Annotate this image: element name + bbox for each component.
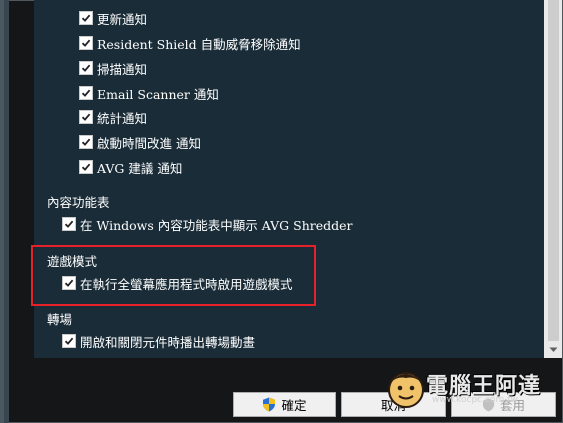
option-label: 啟動時間改進 通知: [97, 135, 201, 151]
option-label: 更新通知: [97, 11, 148, 27]
option-label: AVG 建議 通知: [97, 160, 183, 176]
checkbox-icon[interactable]: [62, 334, 76, 348]
watermark-url: www.kocpc.com.tw: [432, 395, 518, 405]
option-resident-shield-notification[interactable]: Resident Shield 自動威脅移除通知: [79, 34, 301, 52]
option-update-notification[interactable]: 更新通知: [79, 9, 147, 27]
option-email-scanner-notification[interactable]: Email Scanner 通知: [79, 84, 219, 102]
option-label: 掃描通知: [97, 61, 148, 77]
option-avg-advice-notification[interactable]: AVG 建議 通知: [79, 158, 182, 176]
watermark-logo: 電腦王阿達 www.kocpc.com.tw: [386, 364, 562, 416]
checkbox-icon[interactable]: [79, 86, 93, 100]
option-scan-notification[interactable]: 掃描通知: [79, 59, 147, 77]
option-transition-animation[interactable]: 開啟和關閉元件時播出轉場動畫: [62, 332, 255, 350]
left-strip: [0, 0, 9, 423]
checkbox-icon[interactable]: [79, 11, 93, 25]
checkbox-icon[interactable]: [79, 36, 93, 50]
checkbox-icon[interactable]: [79, 61, 93, 75]
option-label: Resident Shield 自動威脅移除通知: [97, 36, 301, 52]
option-statistics-notification[interactable]: 統計通知: [79, 108, 147, 126]
game-mode-highlight-box: [31, 245, 316, 306]
scrollbar-thumb[interactable]: [548, 0, 559, 341]
checkbox-icon[interactable]: [79, 110, 93, 124]
option-label: Email Scanner 通知: [97, 86, 219, 102]
option-startup-notification[interactable]: 啟動時間改進 通知: [79, 133, 201, 151]
section-heading-transition: 轉場: [47, 312, 73, 327]
checkbox-icon[interactable]: [79, 135, 93, 149]
option-context-menu-shredder[interactable]: 在 Windows 內容功能表中顯示 AVG Shredder: [62, 215, 353, 233]
option-label: 開啟和關閉元件時播出轉場動畫: [80, 334, 256, 350]
option-label: 統計通知: [97, 110, 148, 126]
section-heading-context-menu: 內容功能表: [47, 195, 110, 210]
ok-button-label: 確定: [281, 398, 307, 413]
scroll-down-arrow-icon[interactable]: [544, 341, 562, 358]
vertical-scrollbar[interactable]: [544, 0, 562, 358]
checkbox-icon[interactable]: [62, 217, 76, 231]
option-label: 在 Windows 內容功能表中顯示 AVG Shredder: [80, 217, 353, 233]
checkbox-icon[interactable]: [79, 160, 93, 174]
ok-button[interactable]: 確定: [233, 392, 336, 417]
shield-icon: [263, 397, 276, 412]
